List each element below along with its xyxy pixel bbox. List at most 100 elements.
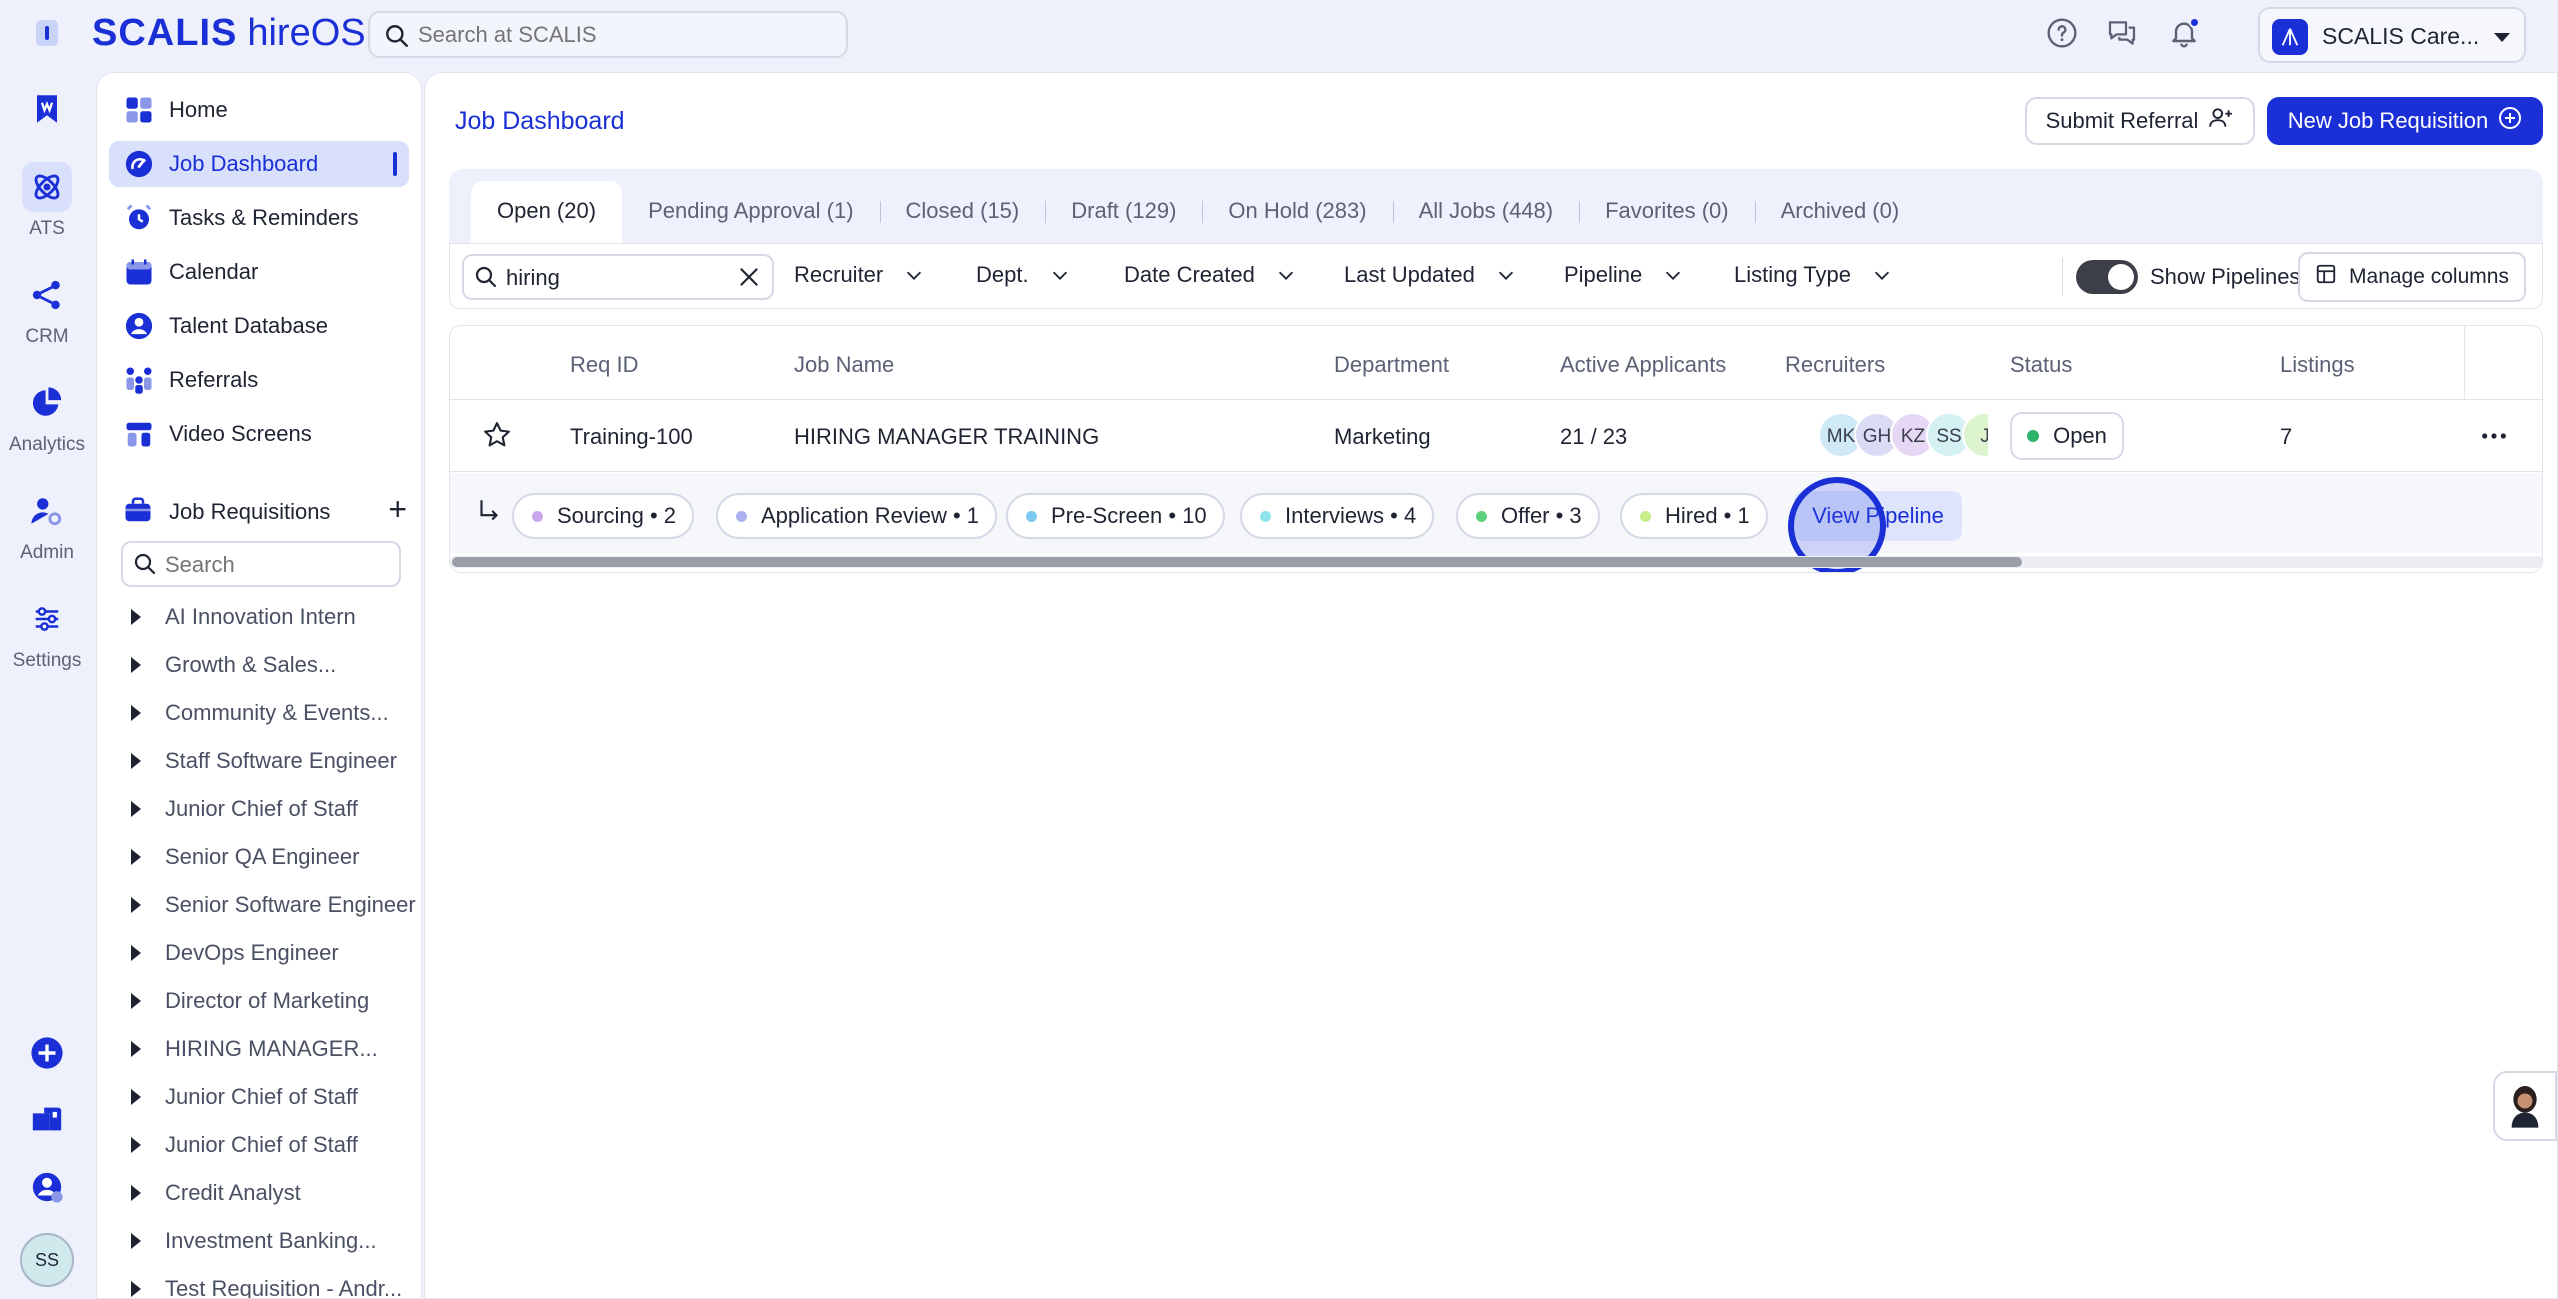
job-search-input[interactable]	[506, 265, 706, 291]
scrollbar-thumb[interactable]	[452, 557, 2022, 567]
brand-logo[interactable]: SCALIS hireOS	[92, 12, 366, 55]
requisition-item[interactable]: Test Requisition - Andr...	[131, 1270, 421, 1298]
favorite-star-icon[interactable]	[482, 420, 512, 455]
expand-caret-icon[interactable]	[131, 1233, 141, 1249]
add-requisition-button[interactable]: +	[388, 493, 407, 525]
account-switcher[interactable]: SCALIS Care...	[2258, 7, 2526, 63]
rail-item-settings[interactable]: Settings	[0, 594, 94, 672]
expand-caret-icon[interactable]	[131, 609, 141, 625]
requisition-search-input[interactable]	[165, 552, 385, 578]
pipeline-stage-offer[interactable]: Offer • 3	[1456, 493, 1600, 539]
status-badge[interactable]: Open	[2010, 412, 2124, 460]
requisition-item[interactable]: Junior Chief of Staff	[131, 1126, 421, 1166]
column-header-active-applicants[interactable]: Active Applicants	[1560, 352, 1726, 378]
tab-pending-approval[interactable]: Pending Approval (1)	[622, 181, 879, 241]
requisition-item[interactable]: Junior Chief of Staff	[131, 1078, 421, 1118]
job-search[interactable]	[462, 254, 774, 300]
job-name-link[interactable]: HIRING MANAGER TRAINING	[794, 424, 1099, 450]
rail-item-bookmark[interactable]	[0, 84, 94, 140]
column-header-req-id[interactable]: Req ID	[570, 352, 638, 378]
column-header-recruiters[interactable]: Recruiters	[1785, 352, 1885, 378]
expand-caret-icon[interactable]	[131, 993, 141, 1009]
requisition-item[interactable]: Senior QA Engineer	[131, 838, 421, 878]
date-created-filter-dropdown[interactable]: Date Created	[1124, 262, 1297, 288]
requisition-item[interactable]: Staff Software Engineer	[131, 742, 421, 782]
pipeline-stage-sourcing[interactable]: Sourcing • 2	[512, 493, 694, 539]
recruiter-avatars[interactable]: MK GH KZ SS J	[1818, 412, 1988, 460]
table-row[interactable]: Training-100 HIRING MANAGER TRAINING Mar…	[450, 400, 2542, 472]
active-applicants-cell[interactable]: 21 / 23	[1560, 424, 1627, 450]
expand-caret-icon[interactable]	[131, 897, 141, 913]
sidebar-item-video-screens[interactable]: Video Screens	[109, 411, 409, 457]
expand-caret-icon[interactable]	[131, 657, 141, 673]
tab-draft[interactable]: Draft (129)	[1045, 181, 1202, 241]
show-pipelines-toggle[interactable]	[2076, 260, 2138, 294]
expand-caret-icon[interactable]	[131, 705, 141, 721]
more-options-icon[interactable]	[2480, 422, 2508, 455]
requisition-search[interactable]	[121, 541, 401, 587]
requisition-item[interactable]: Community & Events...	[131, 694, 421, 734]
expand-caret-icon[interactable]	[131, 1281, 141, 1297]
column-header-department[interactable]: Department	[1334, 352, 1449, 378]
horizontal-scrollbar[interactable]	[450, 556, 2542, 568]
tab-all-jobs[interactable]: All Jobs (448)	[1392, 181, 1580, 241]
tab-favorites[interactable]: Favorites (0)	[1579, 181, 1754, 241]
user-settings-icon[interactable]	[22, 1162, 72, 1212]
requisition-item[interactable]: Director of Marketing	[131, 982, 421, 1022]
global-search[interactable]	[368, 11, 848, 58]
listing-type-filter-dropdown[interactable]: Listing Type	[1734, 262, 1893, 288]
chat-icon[interactable]	[2106, 17, 2140, 51]
expand-caret-icon[interactable]	[131, 1137, 141, 1153]
sidebar-item-talent-database[interactable]: Talent Database	[109, 303, 409, 349]
rail-item-admin[interactable]: Admin	[0, 486, 94, 564]
help-icon[interactable]	[2046, 17, 2080, 51]
add-circle-icon[interactable]	[22, 1028, 72, 1078]
expand-caret-icon[interactable]	[131, 945, 141, 961]
new-job-requisition-button[interactable]: New Job Requisition	[2267, 97, 2543, 145]
tab-closed[interactable]: Closed (15)	[879, 181, 1046, 241]
notifications-bell-icon[interactable]	[2168, 17, 2202, 51]
support-avatar-button[interactable]	[2493, 1071, 2557, 1141]
sidebar-item-job-dashboard[interactable]: Job Dashboard	[109, 141, 409, 187]
expand-caret-icon[interactable]	[131, 849, 141, 865]
expand-caret-icon[interactable]	[131, 1041, 141, 1057]
last-updated-filter-dropdown[interactable]: Last Updated	[1344, 262, 1517, 288]
pipeline-stage-application-review[interactable]: Application Review • 1	[716, 493, 998, 539]
expand-caret-icon[interactable]	[131, 1089, 141, 1105]
pipeline-filter-dropdown[interactable]: Pipeline	[1564, 262, 1684, 288]
sidebar-item-referrals[interactable]: Referrals	[109, 357, 409, 403]
requisition-item[interactable]: Growth & Sales...	[131, 646, 421, 686]
expand-caret-icon[interactable]	[131, 1185, 141, 1201]
pipeline-stage-hired[interactable]: Hired • 1	[1620, 493, 1768, 539]
sidebar-toggle-icon[interactable]	[36, 20, 58, 46]
tab-on-hold[interactable]: On Hold (283)	[1202, 181, 1392, 241]
column-header-listings[interactable]: Listings	[2280, 352, 2355, 378]
pipeline-stage-pre-screen[interactable]: Pre-Screen • 10	[1006, 493, 1225, 539]
rail-item-crm[interactable]: CRM	[0, 270, 94, 348]
tab-archived[interactable]: Archived (0)	[1754, 181, 1926, 241]
recruiter-filter-dropdown[interactable]: Recruiter	[794, 262, 925, 288]
requisition-item[interactable]: Credit Analyst	[131, 1174, 421, 1214]
rail-item-analytics[interactable]: Analytics	[0, 378, 94, 456]
column-header-status[interactable]: Status	[2010, 352, 2072, 378]
requisition-item[interactable]: HIRING MANAGER...	[131, 1030, 421, 1070]
requisition-item[interactable]: AI Innovation Intern	[131, 598, 421, 638]
rail-item-ats[interactable]: ATS	[0, 162, 94, 240]
column-header-job-name[interactable]: Job Name	[794, 352, 894, 378]
submit-referral-button[interactable]: Submit Referral	[2025, 97, 2255, 145]
pipeline-stage-interviews[interactable]: Interviews • 4	[1240, 493, 1435, 539]
requisition-item[interactable]: DevOps Engineer	[131, 934, 421, 974]
requisition-item[interactable]: Senior Software Engineer	[131, 886, 421, 926]
clear-search-icon[interactable]	[736, 264, 762, 295]
dept-filter-dropdown[interactable]: Dept.	[976, 262, 1071, 288]
sidebar-item-tasks[interactable]: Tasks & Reminders	[109, 195, 409, 241]
manage-columns-button[interactable]: Manage columns	[2298, 252, 2526, 302]
requisition-item[interactable]: Investment Banking...	[131, 1222, 421, 1262]
global-search-input[interactable]	[418, 22, 818, 48]
user-avatar[interactable]: SS	[20, 1233, 74, 1287]
mailbox-icon[interactable]	[22, 1094, 72, 1144]
requisition-item[interactable]: Junior Chief of Staff	[131, 790, 421, 830]
tab-open[interactable]: Open (20)	[471, 181, 623, 247]
sidebar-item-calendar[interactable]: Calendar	[109, 249, 409, 295]
sidebar-item-home[interactable]: Home	[109, 87, 409, 133]
